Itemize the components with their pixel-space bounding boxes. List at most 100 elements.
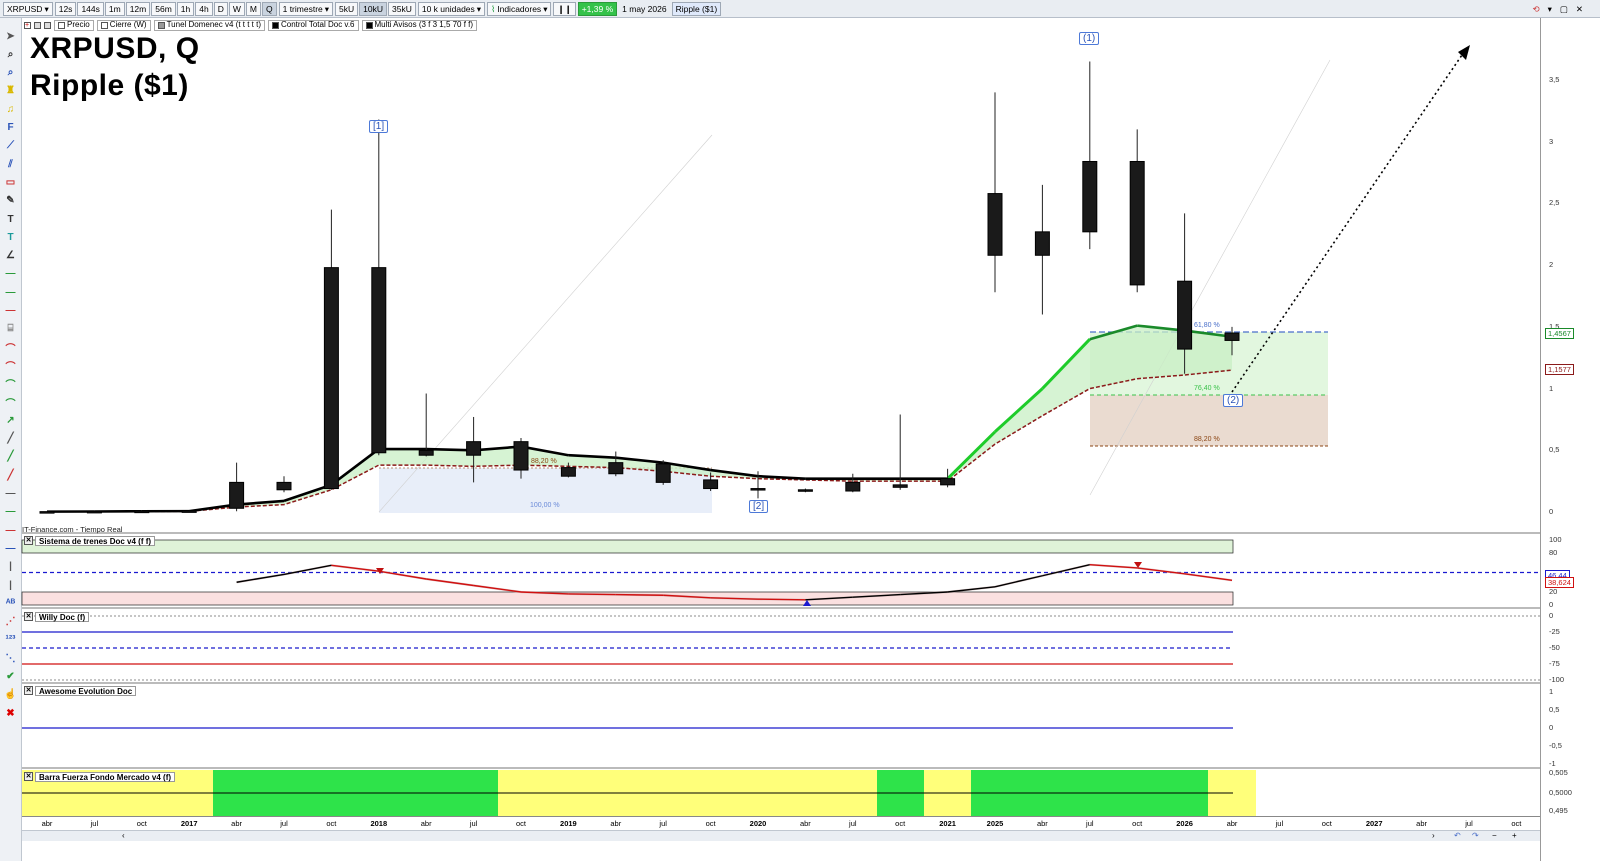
candle-body[interactable]	[1177, 280, 1193, 350]
time-tick-label: 2018	[370, 819, 388, 828]
trenes-tick-label: 80	[1549, 548, 1558, 557]
candle-body[interactable]	[703, 479, 719, 490]
fib-882-label: 88,20 %	[1194, 436, 1220, 443]
close-icon[interactable]: ✕	[24, 686, 33, 695]
candle-body[interactable]	[466, 441, 482, 456]
trenes-segment	[1184, 573, 1233, 581]
candle-body[interactable]	[892, 484, 908, 488]
trenes-segment	[236, 573, 285, 583]
time-tick-label: abr	[420, 819, 432, 828]
time-tick-label: oct	[895, 819, 906, 828]
candle-body[interactable]	[371, 267, 387, 454]
time-tick-label: jul	[90, 819, 99, 828]
candle-body[interactable]	[797, 489, 813, 492]
price-tick-label: 2,5	[1549, 198, 1560, 208]
candle-body[interactable]	[1082, 160, 1098, 233]
candle-body[interactable]	[276, 481, 292, 491]
price-tick-label: 0	[1549, 507, 1554, 516]
candle-body[interactable]	[323, 267, 339, 490]
zoom-in-icon[interactable]: +	[1512, 831, 1517, 840]
time-tick-label: 2026	[1176, 819, 1193, 828]
time-tick-label: 2020	[749, 819, 767, 828]
wave-label-2-upper[interactable]: (2)	[1223, 394, 1244, 407]
candle-body[interactable]	[987, 193, 1003, 256]
candle-body[interactable]	[181, 510, 197, 513]
candle-body[interactable]	[655, 463, 671, 483]
panel-awesome-title[interactable]: Awesome Evolution Doc	[35, 685, 137, 696]
awesome-tick-label: -0,5	[1549, 741, 1562, 750]
time-tick-label: jul	[849, 819, 857, 828]
candle-body[interactable]	[86, 510, 102, 514]
wave-label-1-upper[interactable]: (1)	[1079, 32, 1100, 45]
time-tick-label: jul	[659, 819, 667, 828]
time-tick-label: jul	[1086, 819, 1094, 828]
source-label: IT-Finance.com - Tiempo Real	[22, 525, 123, 534]
barra-tick-label: 0,5000	[1549, 788, 1572, 797]
undo-icon[interactable]: ↶	[1454, 831, 1461, 840]
time-tick-label: 2017	[180, 819, 198, 828]
willy-tick-label: -75	[1549, 659, 1560, 668]
close-icon[interactable]: ✕	[24, 772, 33, 781]
time-tick-label: oct	[1511, 819, 1522, 828]
time-tick-label: 2025	[986, 819, 1004, 828]
price-tick-label: 0,5	[1549, 445, 1560, 455]
panel-willy-title[interactable]: Willy Doc (f)	[35, 611, 90, 622]
panel-barra-header: ✕ Barra Fuerza Fondo Mercado v4 (f)	[24, 771, 176, 782]
wave-label-2-lower[interactable]: [2]	[749, 500, 769, 513]
willy-tick-label: -25	[1549, 627, 1560, 636]
candle-body[interactable]	[1224, 332, 1240, 341]
chart-canvas[interactable]	[0, 0, 1600, 861]
redo-icon[interactable]: ↷	[1472, 831, 1479, 840]
willy-tick-label: -50	[1549, 643, 1560, 652]
candle-body[interactable]	[1034, 231, 1050, 256]
panel-barra-title[interactable]: Barra Fuerza Fondo Mercado v4 (f)	[35, 771, 176, 782]
fib-882-left-label: 88,20 %	[531, 458, 557, 465]
horizontal-scrollbar[interactable]: ‹ › ↶ ↷ − +	[22, 830, 1540, 841]
candle-body[interactable]	[1129, 160, 1145, 286]
candle-body[interactable]	[608, 462, 624, 475]
panel-trenes-header: ✕ Sistema de trenes Doc v4 (f f)	[24, 535, 156, 546]
panel-trenes-title[interactable]: Sistema de trenes Doc v4 (f f)	[35, 535, 156, 546]
barra-tick-label: 0,495	[1549, 806, 1568, 815]
time-tick-label: abr	[1416, 819, 1428, 828]
candle-body[interactable]	[845, 481, 861, 492]
candle-body[interactable]	[39, 511, 55, 514]
time-axis[interactable]: abr jul oct 2017 abr jul oct 2018 abr jul oct 2019 a…	[22, 816, 1540, 830]
projection-arrow	[1231, 54, 1463, 393]
time-tick-label: jul	[280, 819, 288, 828]
fib-618-label: 61,80 %	[1194, 322, 1220, 329]
time-tick-label: oct	[705, 819, 716, 828]
trenes-segment	[473, 584, 522, 593]
price-axis[interactable]: 3,532,521,510,501,45671,1577100805020046…	[1540, 18, 1600, 861]
candle-body[interactable]	[134, 510, 150, 514]
scroll-right-icon[interactable]: ›	[1432, 831, 1435, 840]
candle-body[interactable]	[513, 441, 529, 471]
zoom-out-icon[interactable]: −	[1492, 831, 1497, 840]
candle-body[interactable]	[750, 488, 766, 491]
wave-label-1-lower[interactable]: [1]	[369, 120, 389, 133]
time-tick-label: abr	[231, 819, 243, 828]
time-tick-label: jul	[1465, 819, 1473, 828]
candle-body[interactable]	[229, 481, 245, 509]
panel-awesome-header: ✕ Awesome Evolution Doc	[24, 685, 137, 696]
time-tick-label: abr	[1226, 819, 1238, 828]
time-tick-label: abr	[1036, 819, 1048, 828]
close-icon[interactable]: ✕	[24, 612, 33, 621]
awesome-tick-label: 0	[1549, 723, 1554, 732]
time-tick-label: abr	[610, 819, 622, 828]
trenes-segment	[615, 593, 664, 596]
fib-100-label: 100,00 %	[530, 502, 560, 509]
price-tick-label: 2	[1549, 260, 1554, 270]
candle-body[interactable]	[560, 467, 576, 477]
trenes-tick-label: 0	[1549, 600, 1554, 609]
tunel-segment	[946, 430, 997, 480]
scroll-left-icon[interactable]: ‹	[122, 831, 125, 840]
time-tick-label: oct	[515, 819, 527, 828]
candle-body[interactable]	[940, 478, 956, 486]
last-price-tag: 1,4567	[1545, 328, 1574, 339]
close-icon[interactable]: ✕	[24, 536, 33, 545]
time-tick-label: oct	[136, 819, 147, 828]
time-tick-label: oct	[326, 819, 337, 828]
candle-body[interactable]	[418, 449, 434, 456]
trenes-segment	[994, 575, 1043, 588]
